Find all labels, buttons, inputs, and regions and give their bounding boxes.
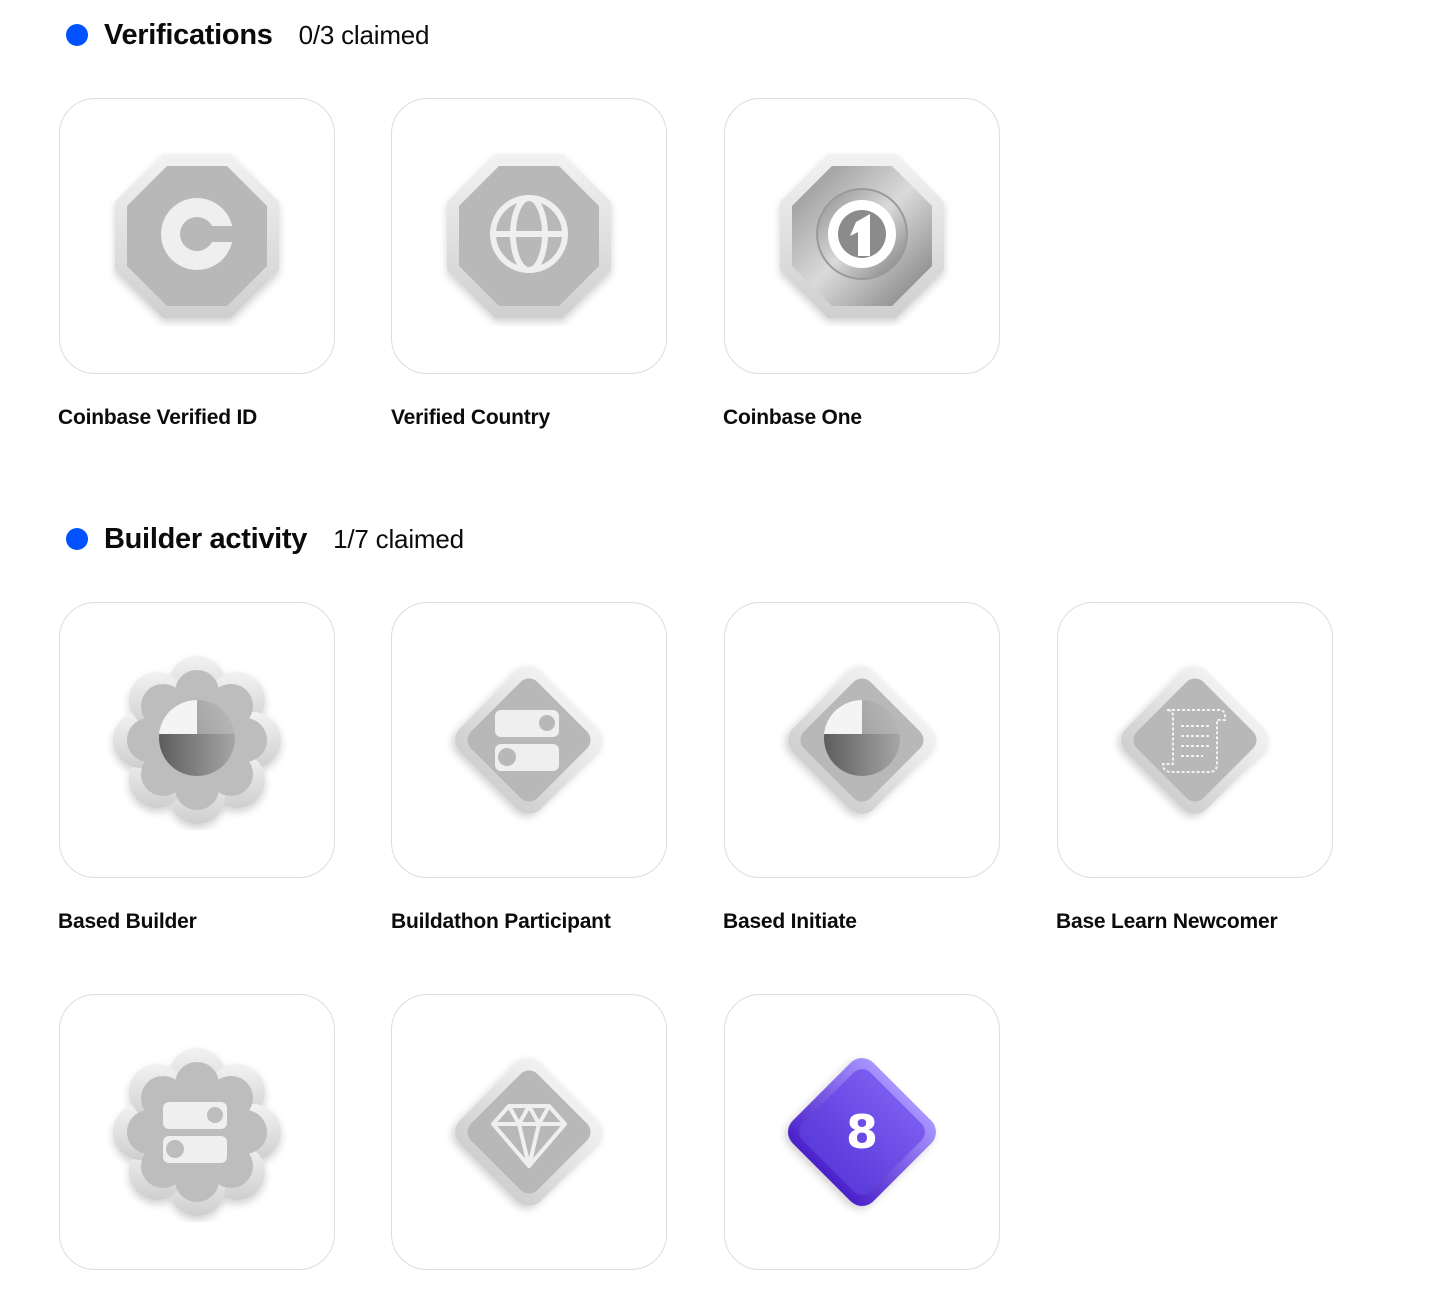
badge-card-buildathon-participant[interactable] [391, 602, 667, 878]
claimed-count: 1/7 claimed [333, 523, 464, 554]
section-header-builder-activity: Builder activity 1/7 claimed [66, 519, 464, 559]
section-title: Builder activity [104, 522, 308, 555]
base-logo-icon [788, 666, 936, 814]
badge-card-coinbase-verified-id[interactable] [59, 98, 335, 374]
section-dot [66, 24, 88, 46]
badge-card-claimed-8[interactable]: 8 [724, 994, 1000, 1270]
badge-label: Based Builder [58, 910, 197, 933]
badge-label: Based Initiate [723, 910, 857, 933]
badge-label: Coinbase Verified ID [58, 406, 258, 429]
badge-card-based-initiate[interactable] [724, 602, 1000, 878]
badge-card-flower-toggle[interactable] [59, 994, 335, 1270]
claimed-count: 0/3 claimed [298, 19, 430, 50]
badge-number: 8 [846, 1105, 878, 1159]
coinbase-one-icon [780, 154, 944, 318]
badge-card-diamond-gem[interactable] [391, 994, 667, 1270]
toggle-blocks-icon [455, 666, 603, 814]
badge-card-base-learn-newcomer[interactable] [1057, 602, 1333, 878]
badge-card-coinbase-one[interactable] [724, 98, 1000, 374]
badge-card-verified-country[interactable] [391, 98, 667, 374]
section-header-verifications: Verifications 0/3 claimed [66, 15, 430, 55]
base-logo-icon [113, 656, 281, 824]
badge-label: Coinbase One [723, 406, 862, 429]
scroll-icon [1121, 666, 1269, 814]
badge-label: Base Learn Newcomer [1056, 910, 1278, 933]
badge-label: Buildathon Participant [391, 910, 611, 933]
globe-icon [447, 154, 611, 318]
number-badge-icon: 8 [788, 1058, 936, 1206]
section-title: Verifications [104, 18, 273, 51]
gem-icon [455, 1058, 603, 1206]
badge-card-based-builder[interactable] [59, 602, 335, 878]
section-dot [66, 528, 88, 550]
badge-label: Verified Country [391, 406, 550, 429]
coinbase-logo-icon [115, 154, 279, 318]
toggle-blocks-icon [113, 1048, 281, 1216]
